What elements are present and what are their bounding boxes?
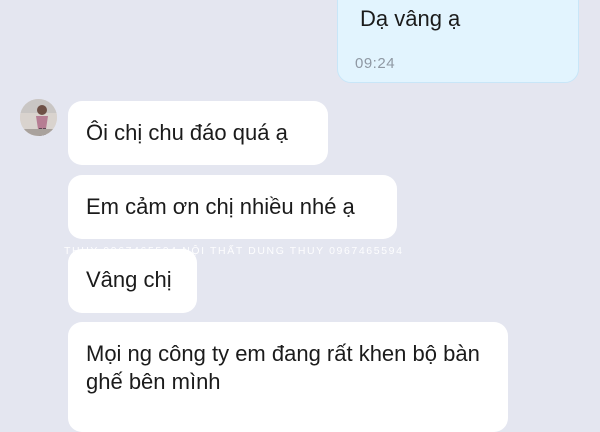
- incoming-message-bubble[interactable]: Vâng chị: [68, 249, 197, 313]
- person-icon: [20, 99, 57, 136]
- message-text: Ôi chị chu đáo quá ạ: [86, 120, 288, 145]
- message-text: Dạ vâng ạ: [360, 6, 461, 31]
- incoming-message-bubble[interactable]: Em cảm ơn chị nhiều nhé ạ: [68, 175, 397, 239]
- message-text: Mọi ng công ty em đang rất khen bộ bàn g…: [86, 341, 480, 394]
- message-text: Vâng chị: [86, 267, 172, 292]
- chat-conversation: Dạ vâng ạ 09:24 Ôi chị chu đáo quá ạ Em …: [0, 0, 600, 432]
- message-timestamp: 09:24: [355, 55, 396, 72]
- incoming-message-bubble[interactable]: Mọi ng công ty em đang rất khen bộ bàn g…: [68, 322, 508, 432]
- incoming-message-bubble[interactable]: Ôi chị chu đáo quá ạ: [68, 101, 328, 165]
- contact-avatar-icon[interactable]: [20, 99, 57, 136]
- message-text: Em cảm ơn chị nhiều nhé ạ: [86, 194, 355, 219]
- outgoing-message-bubble[interactable]: Dạ vâng ạ 09:24: [337, 0, 579, 83]
